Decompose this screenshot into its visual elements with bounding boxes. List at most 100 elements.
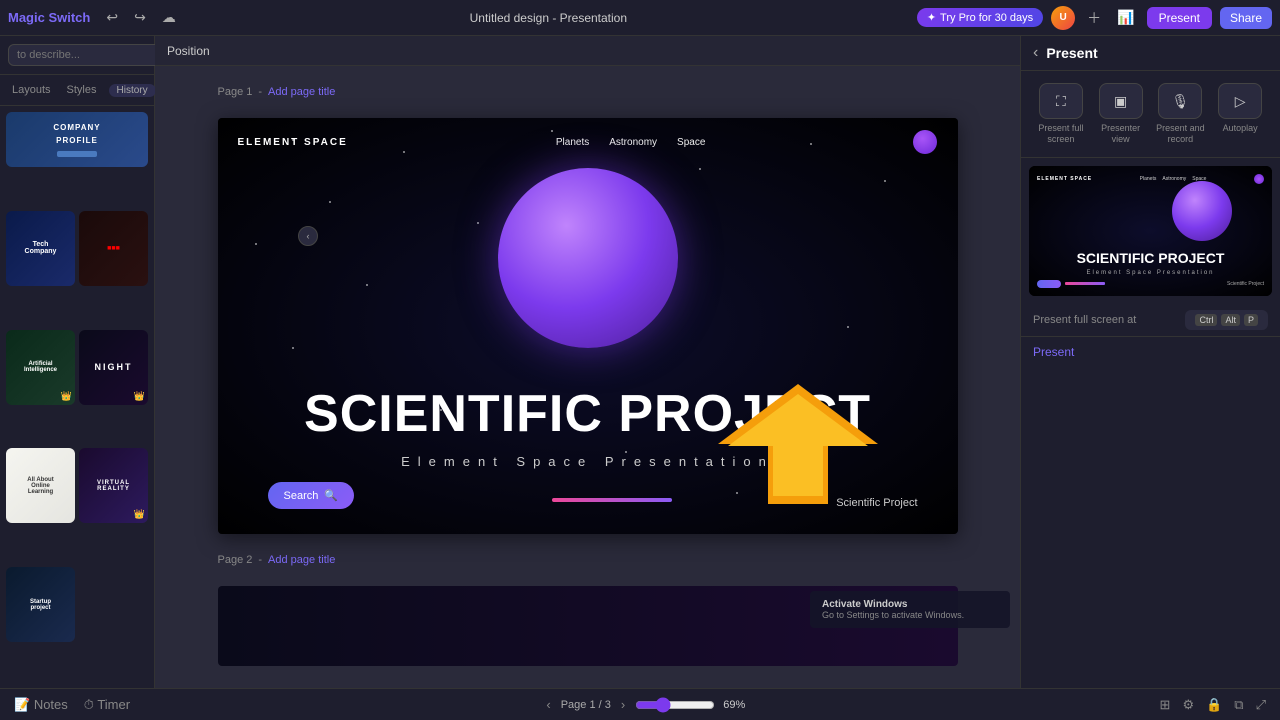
crown-icon: 👑 bbox=[61, 391, 72, 402]
grid-view-button[interactable]: ⊞ bbox=[1158, 695, 1173, 715]
brand-logo: Magic Switch bbox=[8, 10, 90, 25]
slide-progress-bar bbox=[552, 498, 672, 502]
list-item[interactable]: COMPANY PROFILE bbox=[6, 112, 148, 167]
page2-label: Page 2 bbox=[218, 554, 253, 566]
slide-search: Search 🔍 bbox=[268, 482, 355, 509]
option-fullscreen[interactable]: ⛶ Present fullscreen bbox=[1033, 83, 1089, 145]
autoplay-icon: ▷ bbox=[1218, 83, 1262, 119]
shortcut-tooltip: Ctrl Alt P bbox=[1185, 310, 1268, 330]
page1-label: Page 1 bbox=[218, 86, 253, 98]
preview-planet bbox=[1172, 181, 1232, 241]
option-record-label: Present andrecord bbox=[1156, 123, 1205, 145]
list-item[interactable]: All AboutOnlineLearning bbox=[6, 448, 75, 523]
slide-arrow bbox=[718, 384, 878, 504]
settings-button[interactable]: ⚙ bbox=[1180, 695, 1196, 715]
share-button[interactable]: Share bbox=[1220, 7, 1272, 29]
bottom-left: 📝 Notes ⏱ Timer bbox=[12, 695, 132, 715]
preview-inner: ELEMENT SPACE Planets Astronomy Space SC… bbox=[1029, 166, 1272, 296]
list-item[interactable]: VIRTUALREALITY 👑 bbox=[79, 448, 148, 523]
key-alt: Alt bbox=[1221, 314, 1240, 326]
next-page-button[interactable]: › bbox=[619, 695, 627, 714]
cloud-save-button[interactable]: ☁ bbox=[158, 7, 180, 28]
search-bar: ⚙ bbox=[0, 36, 154, 75]
try-pro-button[interactable]: ✦ Try Pro for 30 days bbox=[917, 8, 1043, 27]
crown-icon: 👑 bbox=[134, 509, 145, 520]
position-bar: Position bbox=[155, 36, 1020, 66]
main-slide[interactable]: ELEMENT SPACE Planets Astronomy Space SC… bbox=[218, 118, 958, 534]
notes-button[interactable]: 📝 Notes bbox=[12, 695, 70, 715]
option-presenter-label: Presenterview bbox=[1101, 123, 1140, 145]
canvas-area: Position ‹ Page 1 - Add page title bbox=[155, 36, 1020, 688]
page-indicator: Page 1 / 3 bbox=[561, 699, 611, 711]
undo-button[interactable]: ↩ bbox=[102, 7, 122, 28]
activate-windows-banner: Activate Windows Go to Settings to activ… bbox=[810, 591, 1010, 628]
preview-subtitle: Element Space Presentation bbox=[1029, 270, 1272, 276]
preview-bottom-bar: Scientific Project bbox=[1037, 280, 1264, 288]
zoom-value: 69% bbox=[723, 699, 745, 711]
bottom-bar: 📝 Notes ⏱ Timer ‹ Page 1 / 3 › 69% ⊞ ⚙ 🔒… bbox=[0, 688, 1280, 720]
list-item[interactable]: ArtificialIntelligence 👑 bbox=[6, 330, 75, 405]
present-button[interactable]: Present bbox=[1147, 7, 1212, 29]
record-icon: 🎙 bbox=[1158, 83, 1202, 119]
slide-nav-links: Planets Astronomy Space bbox=[556, 137, 706, 148]
topbar-right: ✦ Try Pro for 30 days U ＋ 📊 Present Shar… bbox=[917, 6, 1272, 30]
list-item[interactable]: ■■■ bbox=[79, 211, 148, 286]
list-item[interactable]: TechCompany bbox=[6, 211, 75, 286]
bottom-center: ‹ Page 1 / 3 › 69% bbox=[148, 695, 1141, 714]
zoom-slider[interactable] bbox=[635, 697, 715, 713]
template-grid: COMPANY PROFILE TechCompany ■■■ bbox=[0, 106, 154, 688]
presenter-view-icon: ▣ bbox=[1099, 83, 1143, 119]
option-present-record[interactable]: 🎙 Present andrecord bbox=[1153, 83, 1209, 145]
expand-button[interactable]: ⤢ bbox=[1254, 695, 1268, 715]
fullscreen-icon: ⛶ bbox=[1039, 83, 1083, 119]
redo-button[interactable]: ↪ bbox=[130, 7, 150, 28]
left-panel: ⚙ Layouts Styles History Green › See all… bbox=[0, 36, 155, 688]
lock-button[interactable]: 🔒 bbox=[1204, 695, 1224, 715]
filter-history[interactable]: History bbox=[109, 84, 156, 97]
slide-navbar: ELEMENT SPACE Planets Astronomy Space bbox=[218, 130, 958, 154]
option-autoplay[interactable]: ▷ Autoplay bbox=[1212, 83, 1268, 145]
activate-title: Activate Windows bbox=[822, 599, 998, 610]
user-avatar[interactable]: U bbox=[1051, 6, 1075, 30]
duplicate-button[interactable]: ⧉ bbox=[1232, 695, 1245, 715]
page1-add-title[interactable]: Add page title bbox=[268, 86, 335, 98]
bottom-right: ⊞ ⚙ 🔒 ⧉ ⤢ bbox=[1158, 695, 1268, 715]
option-presenter-view[interactable]: ▣ Presenterview bbox=[1093, 83, 1149, 145]
key-ctrl: Ctrl bbox=[1195, 314, 1217, 326]
shortcut-label: Present full screen at bbox=[1033, 314, 1136, 326]
key-p: P bbox=[1244, 314, 1258, 326]
option-autoplay-label: Autoplay bbox=[1223, 123, 1258, 134]
right-header: ‹ Present bbox=[1021, 36, 1280, 71]
collapse-panel-button[interactable]: ‹ bbox=[298, 226, 318, 246]
prev-page-button[interactable]: ‹ bbox=[544, 695, 552, 714]
present-options: ⛶ Present fullscreen ▣ Presenterview 🎙 P… bbox=[1021, 71, 1280, 158]
list-item[interactable]: NIGHT 👑 bbox=[79, 330, 148, 405]
timer-button[interactable]: ⏱ Timer bbox=[82, 695, 132, 715]
crown-icon: 👑 bbox=[134, 391, 145, 402]
list-item[interactable]: Startupproject bbox=[6, 567, 75, 642]
activate-desc: Go to Settings to activate Windows. bbox=[822, 610, 998, 620]
right-panel: ‹ Present ⛶ Present fullscreen ▣ Present… bbox=[1020, 36, 1280, 688]
right-panel-title: Present bbox=[1046, 45, 1097, 61]
slide-search-btn: Search 🔍 bbox=[268, 482, 355, 509]
add-button[interactable]: ＋ bbox=[1083, 6, 1105, 30]
left-tabs: Layouts Styles History Green › See all bbox=[0, 75, 154, 106]
page2-add-title[interactable]: Add page title bbox=[268, 554, 335, 566]
topbar: Magic Switch ↩ ↪ ☁ Untitled design - Pre… bbox=[0, 0, 1280, 36]
tab-layouts[interactable]: Layouts bbox=[8, 82, 55, 98]
preview-nav: ELEMENT SPACE Planets Astronomy Space bbox=[1037, 174, 1264, 184]
analytics-button[interactable]: 📊 bbox=[1113, 7, 1138, 28]
back-button[interactable]: ‹ bbox=[1033, 44, 1038, 62]
slide-preview: ELEMENT SPACE Planets Astronomy Space SC… bbox=[1029, 166, 1272, 296]
tab-styles[interactable]: Styles bbox=[63, 82, 101, 98]
document-title: Untitled design - Presentation bbox=[188, 11, 909, 25]
option-fullscreen-label: Present fullscreen bbox=[1038, 123, 1083, 145]
nav-planets: Planets bbox=[556, 137, 589, 148]
present-link-button[interactable]: Present bbox=[1033, 345, 1268, 359]
nav-dot bbox=[913, 130, 937, 154]
nav-space: Space bbox=[677, 137, 705, 148]
search-input[interactable] bbox=[8, 44, 168, 66]
page2-header: Page 2 - Add page title bbox=[218, 550, 958, 570]
preview-title: SCIENTIFIC PROJECT bbox=[1039, 250, 1262, 266]
position-label: Position bbox=[167, 44, 210, 58]
